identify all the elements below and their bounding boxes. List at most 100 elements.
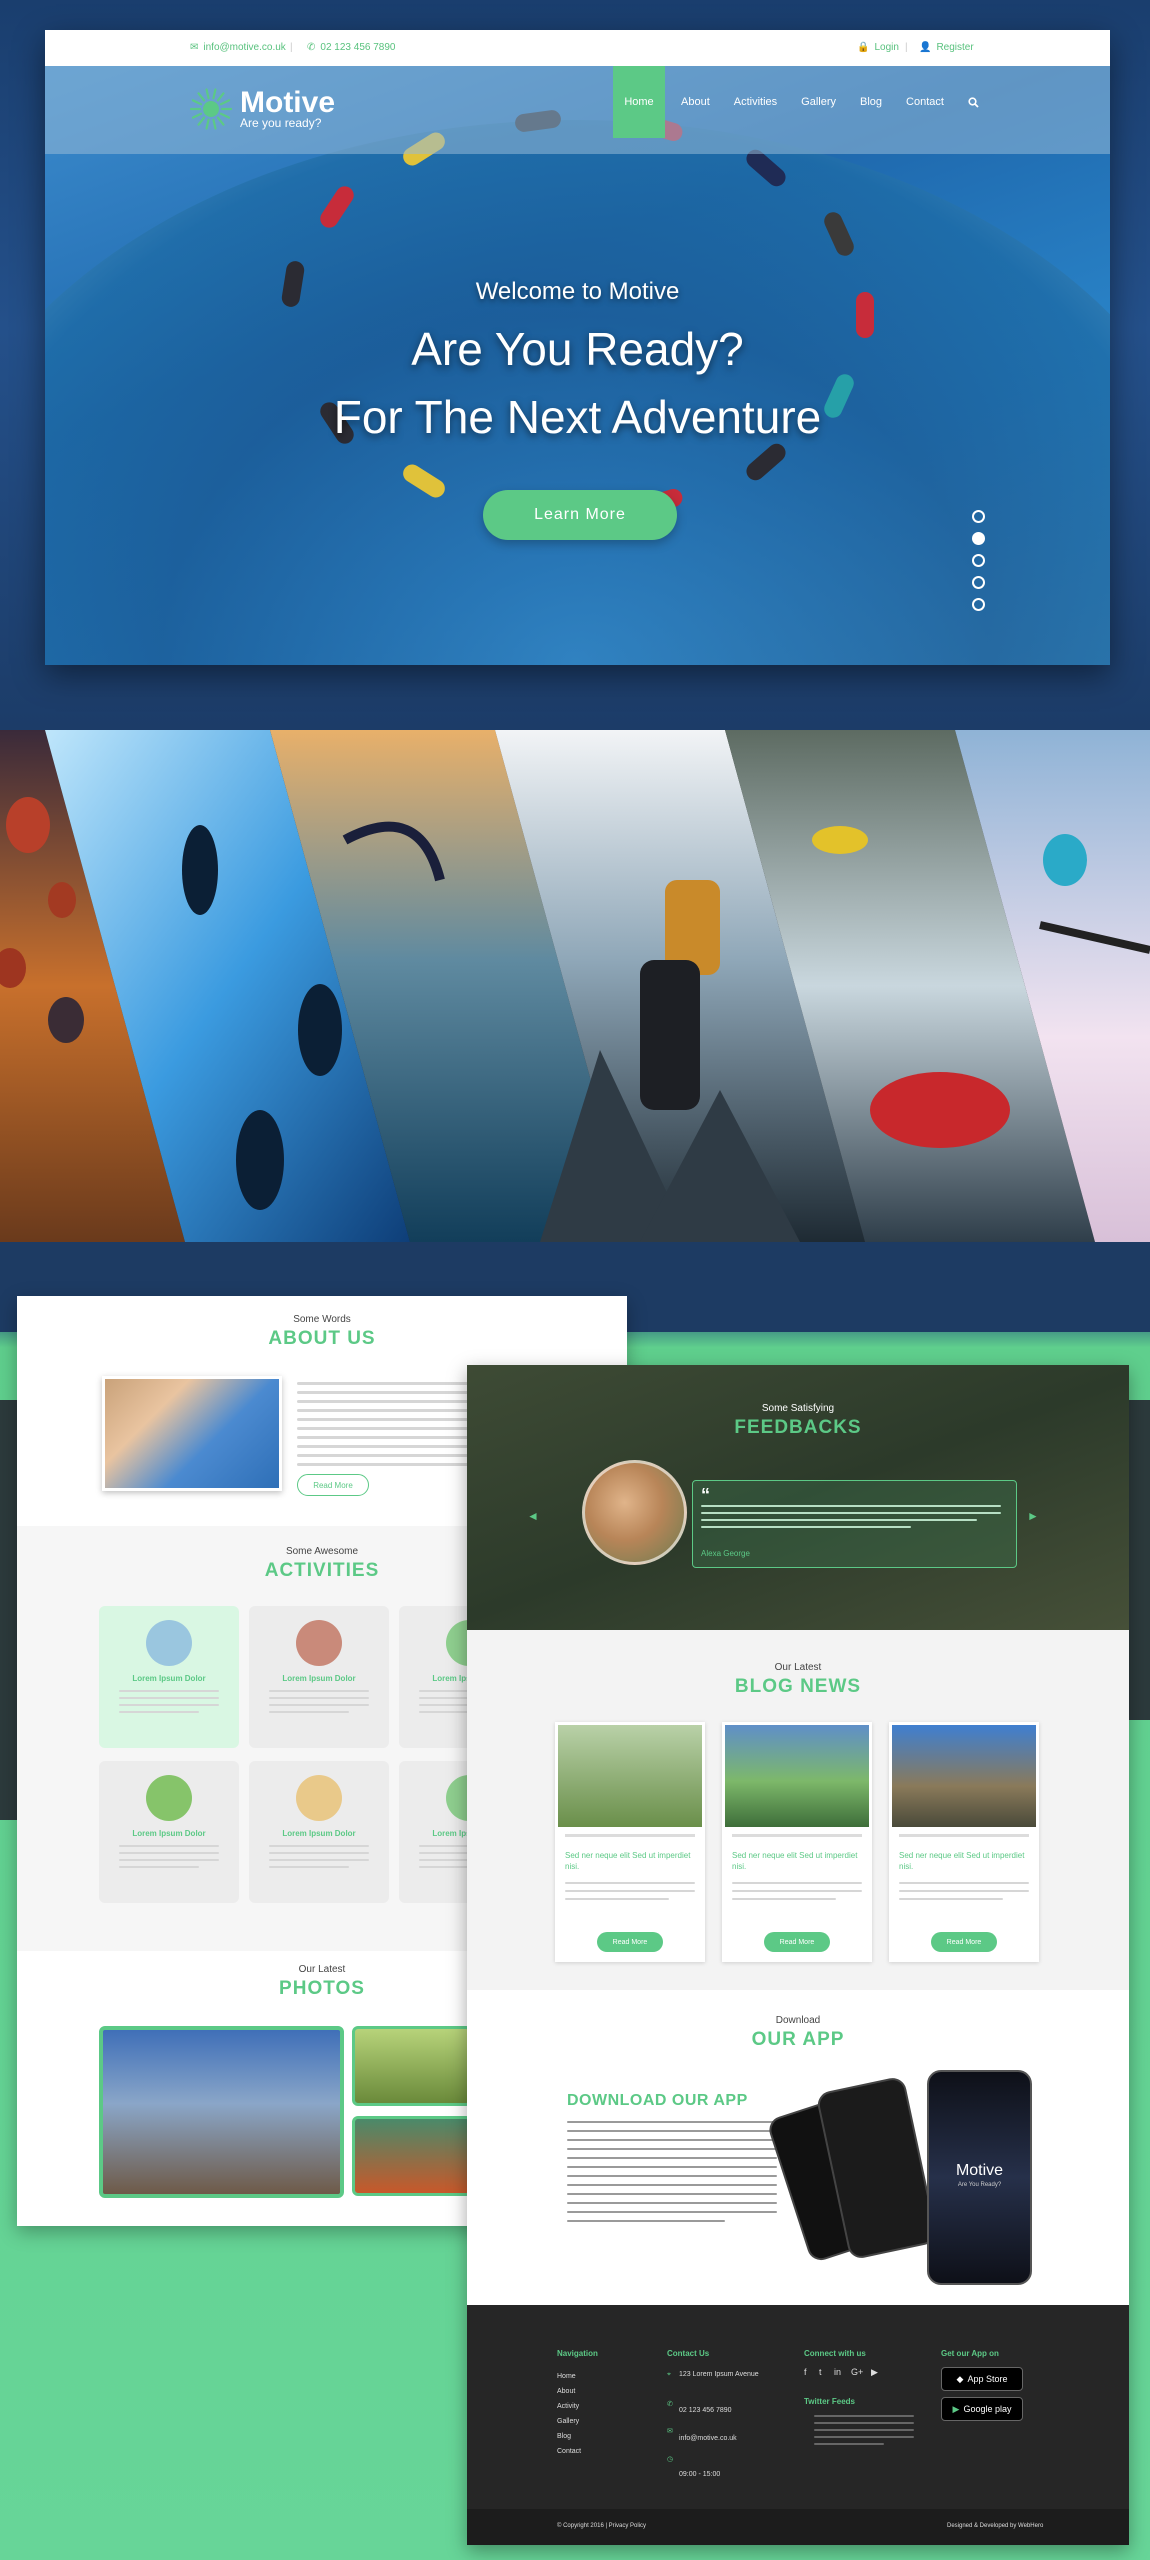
about-read-more-button[interactable]: Read More [297,1474,369,1496]
photo-hiking[interactable] [99,2026,344,2198]
blog-subtitle: Our Latest [774,1662,822,1673]
envelope-icon: ✉ [190,42,199,53]
site-logo[interactable]: Motive Are you ready? [190,88,335,130]
blog-post-title[interactable]: Sed ner neque elit Sed ut imperdiet nisi… [732,1850,862,1872]
activity-name: Lorem Ipsum Dolor [282,1829,356,1838]
slider-dot-2[interactable] [972,532,985,545]
clock-icon: ◷ [667,2456,674,2463]
app-subtitle: Download [775,2015,821,2026]
footer-link-home[interactable]: Home [557,2373,576,2380]
footer-email[interactable]: info@motive.co.uk [679,2435,737,2442]
topbar-divider-2: | [905,42,908,53]
top-bar: ✉ info@motive.co.uk | ✆ 02 123 456 7890 … [45,30,1110,66]
feedback-author: Alexa George [701,1549,750,1558]
blog-section: Our Latest BLOG NEWS Sed ner neque elit … [467,1630,1129,1990]
footer-link-gallery[interactable]: Gallery [557,2418,579,2425]
footer-link-activity[interactable]: Activity [557,2403,579,2410]
topbar-divider: | [290,42,293,53]
blog-read-more-button[interactable]: Read More [597,1932,663,1952]
photo-kayaking[interactable] [352,2116,472,2196]
footer-link-contact[interactable]: Contact [557,2448,581,2455]
slider-dot-1[interactable] [972,510,985,523]
blog-card-1[interactable]: Sed ner neque elit Sed ut imperdiet nisi… [555,1722,705,1962]
nav-activities[interactable]: Activities [722,66,789,138]
nav-home[interactable]: Home [613,66,665,138]
activity-name: Lorem Ipsum Dolor [132,1829,206,1838]
activity-card-4[interactable]: Lorem Ipsum Dolor [99,1761,239,1903]
arrow-right-icon[interactable]: ► [1027,1509,1039,1523]
copyright-text: © Copyright 2016 | Privacy Policy [557,2523,647,2529]
nav-about[interactable]: About [669,66,722,138]
arrow-left-icon[interactable]: ◄ [527,1509,539,1523]
blog-image [558,1725,702,1827]
footer-app-heading: Get our App on [941,2349,999,2358]
lock-icon: 🔒 [857,42,870,53]
twitter-feed-text [814,2415,914,2451]
blog-image [725,1725,869,1827]
feedbacks-subtitle: Some Satisfying [761,1403,835,1414]
footer-twitter-heading: Twitter Feeds [804,2397,855,2406]
slider-dot-4[interactable] [972,576,985,589]
google-plus-icon[interactable]: G+ [851,2367,863,2377]
soccer-icon [146,1775,192,1821]
hero-headline: Are You Ready? [411,323,744,375]
footer-link-blog[interactable]: Blog [557,2433,571,2440]
map-pin-icon: ⌖ [667,2371,671,2378]
about-group-photo [102,1376,282,1491]
activity-name: Lorem Ipsum Dolor [132,1674,206,1683]
blog-read-more-button[interactable]: Read More [764,1932,830,1952]
learn-more-button[interactable]: Learn More [483,490,677,540]
sun-logo-icon [190,88,232,130]
feedbacks-section: Some Satisfying FEEDBACKS ◄ ► “ Alexa Ge… [467,1365,1129,1630]
feedbacks-title: FEEDBACKS [734,1417,862,1438]
search-icon[interactable] [956,66,991,138]
activity-card-5[interactable]: Lorem Ipsum Dolor [249,1761,389,1903]
phone-icon: ✆ [667,2401,673,2408]
footer-phone: 02 123 456 7890 [679,2407,732,2414]
blog-post-title[interactable]: Sed ner neque elit Sed ut imperdiet nisi… [899,1850,1029,1872]
blog-title: BLOG NEWS [734,1676,862,1697]
about-subtitle: Some Words [293,1314,351,1325]
register-link[interactable]: 👤 Register [919,42,974,53]
nav-blog[interactable]: Blog [848,66,894,138]
activity-card-2[interactable]: Lorem Ipsum Dolor [249,1606,389,1748]
photo-cycling[interactable] [352,2026,472,2106]
blog-read-more-button[interactable]: Read More [931,1932,997,1952]
apple-icon: ◆ [956,2373,964,2384]
download-app-heading: DOWNLOAD OUR APP [567,2092,748,2109]
login-link[interactable]: 🔒 Login [857,42,899,53]
blog-post-title[interactable]: Sed ner neque elit Sed ut imperdiet nisi… [565,1850,695,1872]
nav-gallery[interactable]: Gallery [789,66,848,138]
app-store-badge[interactable]: ◆ App Store [941,2367,1023,2391]
hero-subheadline: For The Next Adventure [333,391,822,443]
adventure-collage [0,730,1150,1242]
linkedin-icon[interactable]: in [834,2367,841,2377]
activity-card-1[interactable]: Lorem Ipsum Dolor [99,1606,239,1748]
facebook-icon[interactable]: f [804,2367,807,2377]
google-play-badge[interactable]: ▶ Google play [941,2397,1023,2421]
blog-card-2[interactable]: Sed ner neque elit Sed ut imperdiet nisi… [722,1722,872,1962]
app-description [567,2121,777,2229]
play-store-icon: ▶ [952,2403,960,2414]
footer-link-about[interactable]: About [557,2388,575,2395]
slider-dot-3[interactable] [972,554,985,567]
feedback-quote-box: “ Alexa George [692,1480,1017,1568]
main-navbar: Motive Are you ready? Home About Activit… [45,66,1110,154]
blog-card-3[interactable]: Sed ner neque elit Sed ut imperdiet nisi… [889,1722,1039,1962]
site-footer: Navigation Home About Activity Gallery B… [467,2305,1129,2545]
about-title: ABOUT US [268,1328,376,1349]
topbar-email[interactable]: ✉ info@motive.co.uk [190,42,286,53]
slider-dot-5[interactable] [972,598,985,611]
app-title: OUR APP [751,2029,845,2050]
phone-mockup-front: Motive Are You Ready? [927,2070,1032,2285]
credit-text: Designed & Developed by WebHero [947,2523,1044,2529]
footer-address: 123 Lorem Ipsum Avenue [679,2371,759,2378]
quote-icon: “ [701,1485,710,1505]
topbar-phone[interactable]: ✆ 02 123 456 7890 [307,42,395,53]
user-icon: 👤 [919,42,932,53]
nav-contact[interactable]: Contact [894,66,956,138]
nav-menu: Home About Activities Gallery Blog Conta… [613,66,991,138]
home-page-mockup: Some Satisfying FEEDBACKS ◄ ► “ Alexa Ge… [467,1365,1129,2545]
youtube-icon[interactable]: ▶ [871,2367,878,2378]
twitter-icon[interactable]: t [819,2367,822,2377]
